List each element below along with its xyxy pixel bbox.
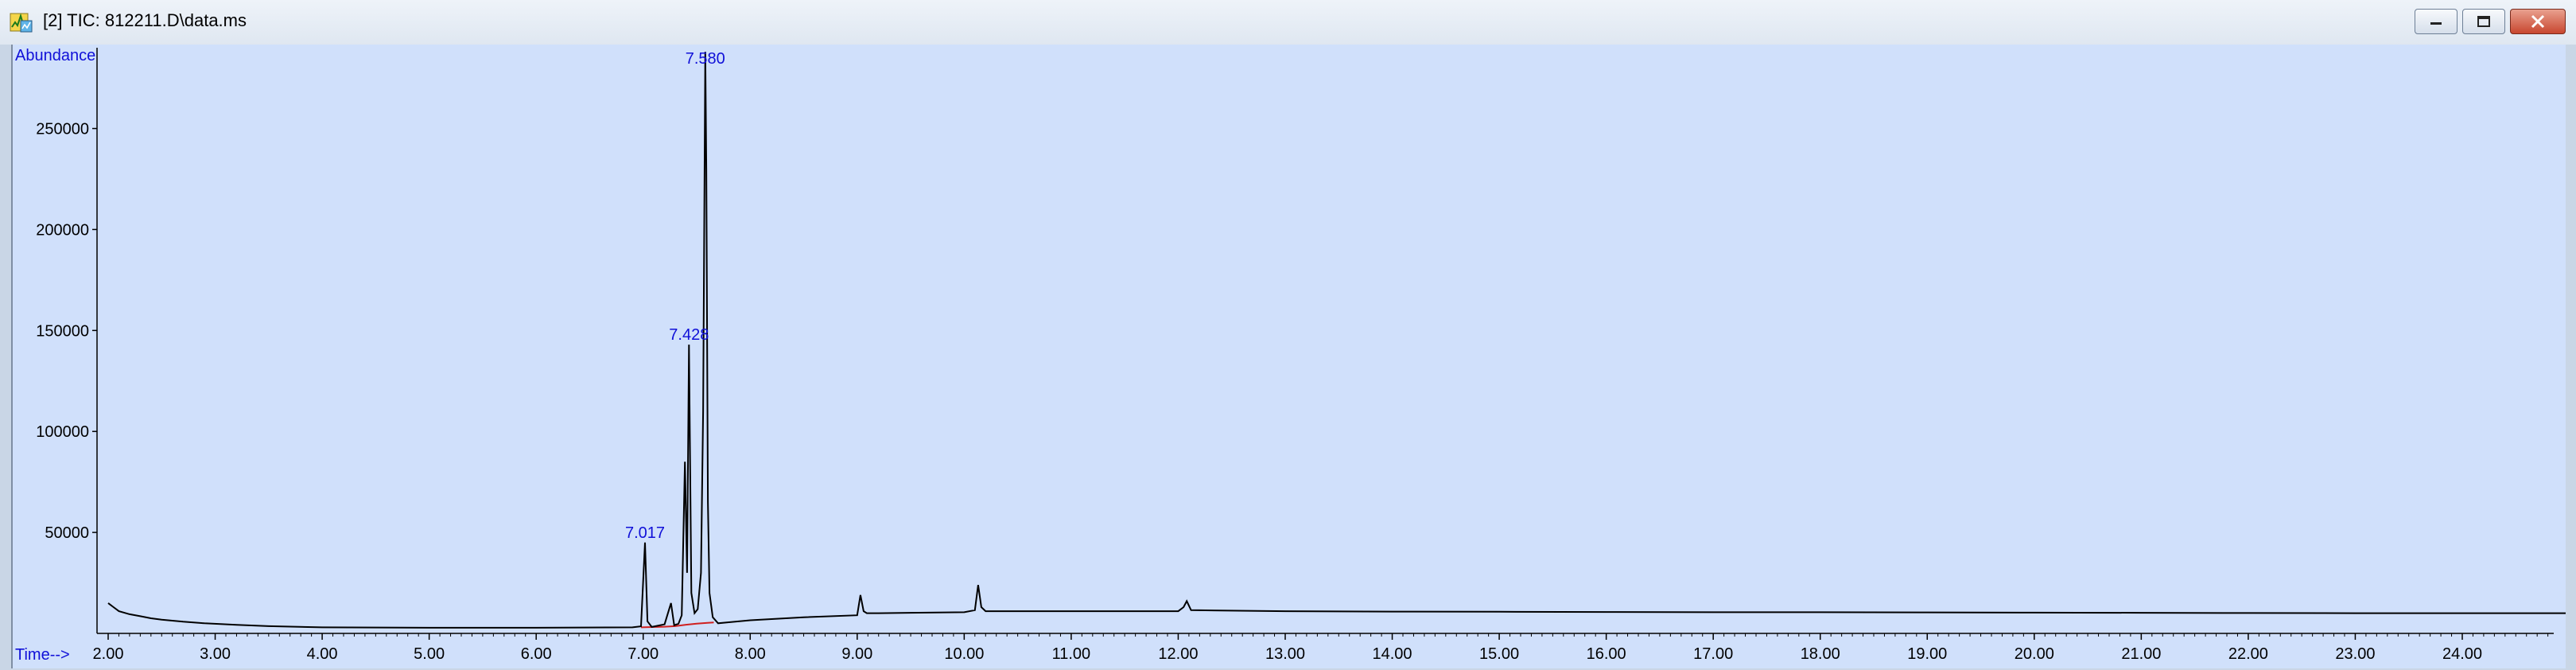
x-tick-label: 21.00: [2121, 645, 2161, 663]
restore-button[interactable]: [2462, 9, 2505, 34]
x-tick-label: 13.00: [1265, 645, 1305, 663]
minimize-icon: [2430, 22, 2442, 25]
close-icon: [2531, 14, 2545, 29]
peak-label: 7.580: [686, 50, 725, 68]
peak-label: 7.017: [625, 524, 665, 542]
x-tick-label: 11.00: [1052, 645, 1091, 663]
x-tick-label: 9.00: [841, 645, 872, 663]
x-axis-label: Time-->: [15, 646, 70, 664]
x-tick-label: 19.00: [1907, 645, 1947, 663]
y-tick-label: 50000: [45, 524, 89, 542]
x-tick-label: 20.00: [2015, 645, 2054, 663]
peak-label: 7.428: [669, 326, 709, 344]
x-tick-label: 6.00: [521, 645, 552, 663]
x-tick-label: 4.00: [307, 645, 338, 663]
restore-icon: [2477, 16, 2490, 27]
window-title: [2] TIC: 812211.D\data.ms: [43, 10, 247, 30]
chromatogram-plot-panel: Abundance Time--> 50000 100000 150000 20000…: [11, 45, 2566, 668]
x-tick-label: 7.00: [627, 645, 659, 663]
tic-trace: [107, 52, 2566, 629]
x-tick-label: 23.00: [2335, 645, 2375, 663]
x-tick-label: 14.00: [1373, 645, 1412, 663]
y-ticks: 50000 100000 150000 200000 250000: [36, 121, 97, 542]
x-tick-label: 18.00: [1801, 645, 1840, 663]
chromatogram-window: [2] TIC: 812211.D\data.ms Abundance Time…: [0, 0, 2576, 670]
x-tick-label: 22.00: [2228, 645, 2268, 663]
tic-chart: Abundance Time--> 50000 100000 150000 20000…: [15, 47, 2566, 664]
x-tick-label: 16.00: [1587, 645, 1626, 663]
title-bar[interactable]: [2] TIC: 812211.D\data.ms: [0, 0, 2576, 45]
x-tick-label: 24.00: [2442, 645, 2482, 663]
x-tick-label: 5.00: [414, 645, 445, 663]
x-tick-label: 12.00: [1158, 645, 1198, 663]
y-tick-label: 250000: [36, 121, 89, 138]
y-tick-label: 100000: [36, 423, 89, 441]
x-tick-label: 8.00: [735, 645, 766, 663]
minimize-button[interactable]: [2415, 9, 2457, 34]
x-tick-label: 3.00: [200, 645, 231, 663]
x-ticks: 2.00 3.00 4.00 5.00 6.00 7.00 8.00 9.00 10.00 11.…: [93, 633, 2549, 663]
x-tick-label: 2.00: [93, 645, 124, 663]
chromatogram-app-icon: [10, 13, 33, 33]
x-tick-label: 15.00: [1479, 645, 1519, 663]
peak-labels: 7.017 7.428 7.580: [625, 50, 725, 542]
x-tick-label: 10.00: [944, 645, 984, 663]
y-tick-label: 150000: [36, 322, 89, 340]
close-button[interactable]: [2510, 9, 2566, 34]
y-tick-label: 200000: [36, 221, 89, 239]
x-tick-label: 17.00: [1693, 645, 1733, 663]
y-axis-label: Abundance: [15, 47, 95, 64]
